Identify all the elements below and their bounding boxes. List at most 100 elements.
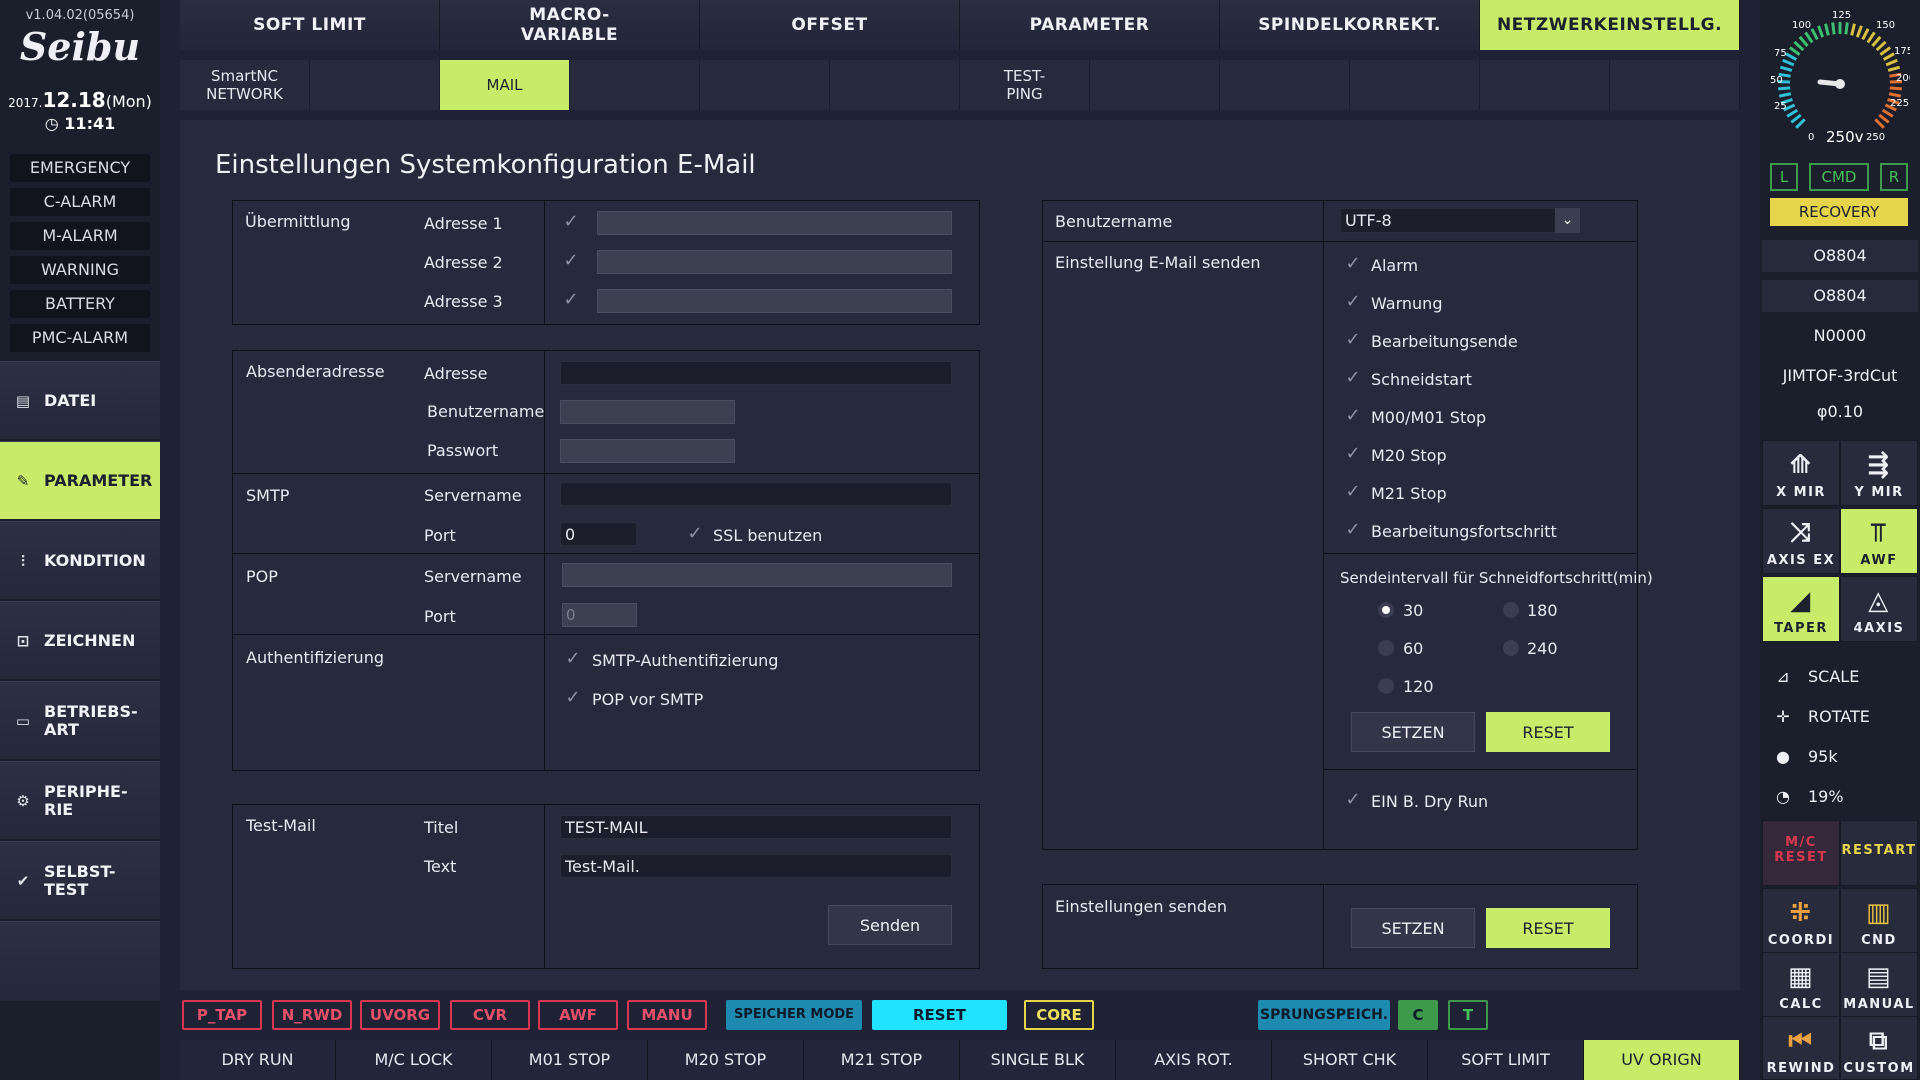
smtp-auth-checkbox[interactable]: ✓ bbox=[563, 649, 583, 669]
pop-label: POP bbox=[246, 567, 278, 586]
end-check-label: Bearbeitungsende bbox=[1371, 332, 1518, 351]
send-settings-box-label: Einstellungen senden bbox=[1055, 897, 1228, 916]
nav-zeichnen[interactable]: ⊡ ZEICHNEN bbox=[0, 601, 160, 679]
nav-selbsttest[interactable]: ✔ SELBST- TEST bbox=[0, 841, 160, 919]
awf-button[interactable]: ⫪ AWF bbox=[1840, 508, 1918, 574]
restart-button[interactable]: RESTART bbox=[1840, 820, 1918, 886]
nav-datei[interactable]: ▤ DATEI bbox=[0, 361, 160, 439]
manual-button[interactable]: ▤ MANUAL bbox=[1840, 952, 1918, 1018]
scale-item[interactable]: ⊿ SCALE bbox=[1768, 659, 1914, 693]
address-2-input[interactable] bbox=[597, 250, 952, 274]
address-1-label: Adresse 1 bbox=[424, 214, 503, 233]
nav-label: PARAMETER bbox=[44, 471, 153, 490]
pop-server-input[interactable] bbox=[562, 563, 952, 587]
interval-240-radio[interactable] bbox=[1503, 640, 1519, 656]
tab-soft-limit[interactable]: SOFT LIMIT bbox=[180, 0, 440, 50]
tab-spindelkorrekt[interactable]: SPINDELKORREKT. bbox=[1220, 0, 1480, 50]
tab-offset[interactable]: OFFSET bbox=[700, 0, 960, 50]
sender-address-input[interactable] bbox=[560, 361, 952, 385]
sender-username-input[interactable] bbox=[560, 400, 735, 424]
m21-checkbox[interactable]: ✓ bbox=[1343, 482, 1363, 502]
nav-parameter[interactable]: ✎ PARAMETER bbox=[0, 441, 160, 519]
testmail-label: Test-Mail bbox=[246, 816, 316, 835]
warning-checkbox[interactable]: ✓ bbox=[1343, 292, 1363, 312]
address-1-input[interactable] bbox=[597, 211, 952, 235]
interval-180-radio[interactable] bbox=[1503, 602, 1519, 618]
recovery-button[interactable]: RECOVERY bbox=[1770, 198, 1908, 226]
end-checkbox[interactable]: ✓ bbox=[1343, 330, 1363, 350]
smtp-port-input[interactable]: 0 bbox=[560, 522, 637, 546]
bottom-soft-limit[interactable]: SOFT LIMIT bbox=[1428, 1040, 1584, 1080]
address-1-checkbox[interactable]: ✓ bbox=[561, 212, 581, 232]
reset-button-2[interactable]: RESET bbox=[1486, 908, 1610, 948]
subtab-test-ping[interactable]: TEST- PING bbox=[960, 60, 1090, 110]
bottom-axis-rot[interactable]: AXIS ROT. bbox=[1116, 1040, 1272, 1080]
calc-button[interactable]: ▦ CALC bbox=[1762, 952, 1840, 1018]
interval-30-radio[interactable] bbox=[1378, 602, 1394, 618]
pop-port-input[interactable]: 0 bbox=[562, 603, 637, 627]
smtp-server-input[interactable] bbox=[560, 482, 952, 506]
subtab-mail[interactable]: MAIL bbox=[440, 60, 570, 110]
custom-button[interactable]: ⧉ CUSTOM bbox=[1840, 1016, 1918, 1080]
rotate-item[interactable]: ✛ ROTATE bbox=[1768, 699, 1914, 733]
subtab-empty-2 bbox=[570, 60, 700, 110]
pop-port-label: Port bbox=[424, 607, 456, 626]
testmail-text-input[interactable]: Test-Mail. bbox=[560, 854, 952, 878]
4axis-button[interactable]: ◬ 4AXIS bbox=[1840, 576, 1918, 642]
nav-kondition[interactable]: ⫶ KONDITION bbox=[0, 521, 160, 599]
axis-ex-button[interactable]: ⤨ AXIS EX bbox=[1762, 508, 1840, 574]
send-button[interactable]: Senden bbox=[828, 905, 952, 945]
start-checkbox[interactable]: ✓ bbox=[1343, 368, 1363, 388]
bottom-mc-lock[interactable]: M/C LOCK bbox=[336, 1040, 492, 1080]
subtab-empty-9 bbox=[1610, 60, 1740, 110]
cnd-button[interactable]: ▥ CND bbox=[1840, 888, 1918, 954]
address-3-label: Adresse 3 bbox=[424, 292, 503, 311]
x-mir-button[interactable]: ⟰ X MIR bbox=[1762, 440, 1840, 506]
progress-checkbox[interactable]: ✓ bbox=[1343, 520, 1363, 540]
y-mir-button[interactable]: ⇶ Y MIR bbox=[1840, 440, 1918, 506]
rewind-button[interactable]: ⏮ REWIND bbox=[1762, 1016, 1840, 1080]
tab-parameter[interactable]: PARAMETER bbox=[960, 0, 1220, 50]
taper-button[interactable]: ◢ TAPER bbox=[1762, 576, 1840, 642]
address-2-checkbox[interactable]: ✓ bbox=[561, 251, 581, 271]
mc-reset-button[interactable]: M/C RESET bbox=[1762, 820, 1840, 886]
encoding-select[interactable]: UTF-8 bbox=[1340, 208, 1580, 233]
bottom-single-blk[interactable]: SINGLE BLK bbox=[960, 1040, 1116, 1080]
gauge-tick bbox=[1888, 92, 1902, 98]
set-button-2[interactable]: SETZEN bbox=[1351, 908, 1475, 948]
address-3-checkbox[interactable]: ✓ bbox=[561, 290, 581, 310]
bottom-dry-run[interactable]: DRY RUN bbox=[180, 1040, 336, 1080]
bottom-uv-orign[interactable]: UV ORIGN bbox=[1584, 1040, 1740, 1080]
bottom-m21-stop[interactable]: M21 STOP bbox=[804, 1040, 960, 1080]
tab-macro-variable[interactable]: MACRO- VARIABLE bbox=[440, 0, 700, 50]
nav-betriebsart[interactable]: ▭ BETRIEBS- ART bbox=[0, 681, 160, 759]
sender-password-label: Passwort bbox=[427, 441, 499, 460]
dry-run-checkbox[interactable]: ✓ bbox=[1343, 790, 1363, 810]
ssl-checkbox[interactable]: ✓ bbox=[685, 524, 705, 544]
subtab-smartnc-network[interactable]: SmartNC NETWORK bbox=[180, 60, 310, 110]
chevron-down-icon[interactable]: ⌄ bbox=[1555, 208, 1580, 233]
m20-checkbox[interactable]: ✓ bbox=[1343, 444, 1363, 464]
testmail-title-input[interactable]: TEST-MAIL bbox=[560, 815, 952, 839]
pop-before-smtp-checkbox[interactable]: ✓ bbox=[563, 688, 583, 708]
address-3-input[interactable] bbox=[597, 289, 952, 313]
bottom-short-chk[interactable]: SHORT CHK bbox=[1272, 1040, 1428, 1080]
tab-netzwerkeinstellg[interactable]: NETZWERKEINSTELLG. bbox=[1480, 0, 1740, 50]
bottom-m01-stop[interactable]: M01 STOP bbox=[492, 1040, 648, 1080]
alarm-checkbox[interactable]: ✓ bbox=[1343, 254, 1363, 274]
set-button[interactable]: SETZEN bbox=[1351, 712, 1475, 752]
coordi-button[interactable]: ⁜ COORDI bbox=[1762, 888, 1840, 954]
date-weekday: (Mon) bbox=[105, 92, 152, 111]
bottom-m20-stop[interactable]: M20 STOP bbox=[648, 1040, 804, 1080]
m00-checkbox[interactable]: ✓ bbox=[1343, 406, 1363, 426]
gear-icon: ⚙ bbox=[16, 791, 30, 810]
sender-password-input[interactable] bbox=[560, 439, 735, 463]
gauge-tick bbox=[1824, 23, 1830, 36]
alarm-warning: WARNING bbox=[10, 256, 150, 284]
interval-120-radio[interactable] bbox=[1378, 678, 1394, 694]
smtp-auth-label: SMTP-Authentifizierung bbox=[592, 651, 779, 670]
reset-button[interactable]: RESET bbox=[1486, 712, 1610, 752]
interval-60-radio[interactable] bbox=[1378, 640, 1394, 656]
wire-diameter: φ0.10 bbox=[1762, 396, 1918, 428]
nav-peripherie[interactable]: ⚙ PERIPHE- RIE bbox=[0, 761, 160, 839]
